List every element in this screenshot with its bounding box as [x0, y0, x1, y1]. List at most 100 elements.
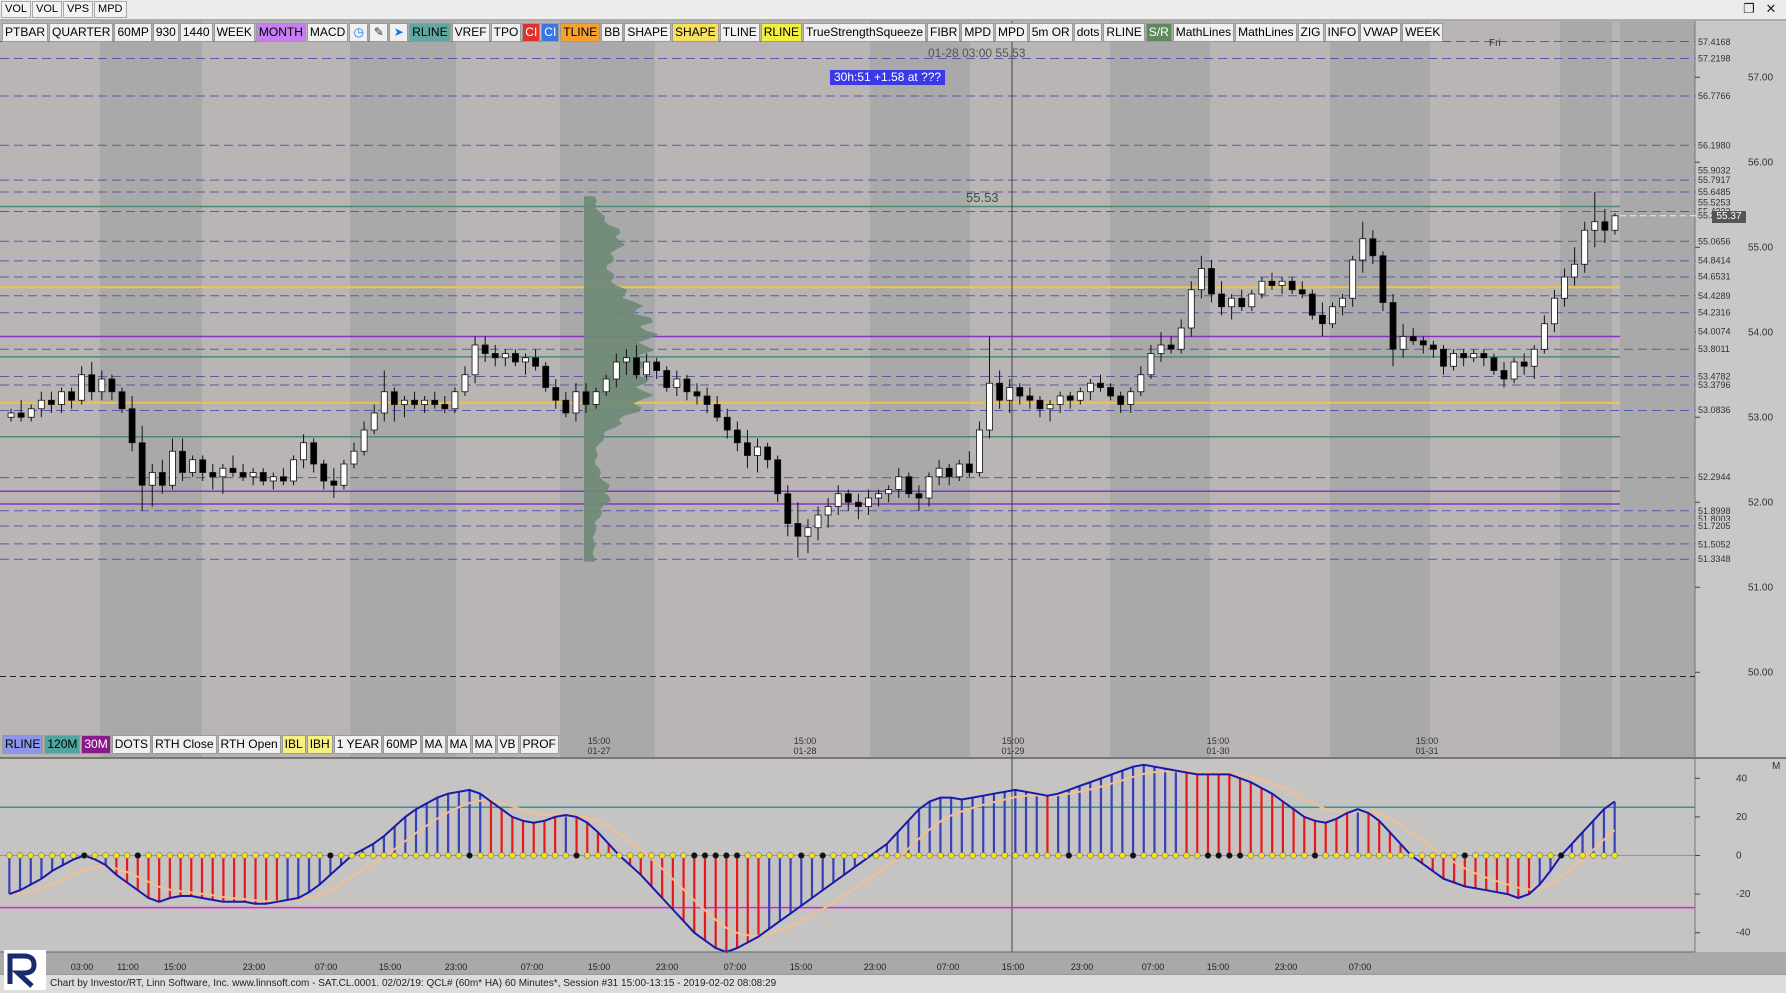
squeeze-dot [669, 852, 677, 859]
toolbar2-button-ibh-7[interactable]: IBH [306, 735, 333, 754]
toolbar-button-truestrengthsqueeze-22[interactable]: TrueStrengthSqueeze [803, 23, 927, 42]
price-level-tag: 57.4168 [1696, 36, 1736, 47]
squeeze-dot [1204, 852, 1212, 859]
toolbar2-button-rth-open-5[interactable]: RTH Open [217, 735, 281, 754]
toolbar-button-60mp-2[interactable]: 60MP [114, 23, 152, 42]
toolbar-button-930-3[interactable]: 930 [152, 23, 179, 42]
cursor-icon[interactable]: ➤ [389, 23, 409, 42]
toolbar-button-5m-or-26[interactable]: 5m OR [1028, 23, 1073, 42]
toolbar2-button-ma-11[interactable]: MA [446, 735, 471, 754]
main-chart[interactable]: 57.00 56.00 55.00 54.00 53.00 52.00 51.00 50.00… [0, 0, 1786, 974]
price-level-tag: 55.6485 [1696, 187, 1736, 198]
squeeze-dot [519, 852, 527, 859]
squeeze-dot [1568, 852, 1576, 859]
toolbar-button-mathlines-30[interactable]: MathLines [1172, 23, 1235, 42]
candle-body [37, 399, 45, 410]
candle-body [1571, 263, 1579, 278]
toolbar-button-quarter-1[interactable]: QUARTER [49, 23, 114, 42]
toolbar-button-tline-16[interactable]: TLINE [560, 23, 601, 42]
toolbar-button-mpd-24[interactable]: MPD [961, 23, 995, 42]
price-tick-label: 57.00 [1748, 72, 1773, 83]
price-level-tag: 54.8414 [1696, 256, 1736, 266]
toolbar2-button-ma-10[interactable]: MA [421, 735, 446, 754]
toolbar2-button-dots-3[interactable]: DOTS [111, 735, 152, 754]
toolbar-button-tline-20[interactable]: TLINE [719, 23, 760, 42]
toolbar-button-s-r-29[interactable]: S/R [1145, 23, 1172, 42]
pencil-icon[interactable]: ✎ [369, 23, 389, 42]
candle-body [1419, 340, 1427, 346]
toolbar2-button-ibl-6[interactable]: IBL [281, 735, 306, 754]
clock-icon[interactable]: ◷ [349, 23, 369, 42]
toolbar2-button-1-year-8[interactable]: 1 YEAR [333, 735, 383, 754]
toolbar-button-rline-11[interactable]: RLINE [409, 23, 451, 42]
toolbar-button-ci-15[interactable]: CI [541, 23, 560, 42]
candle-body [491, 353, 499, 359]
candle-body [169, 450, 176, 486]
candle-body [7, 412, 15, 418]
candle-body [350, 450, 358, 465]
candle-body [572, 391, 580, 414]
toolbar-button-bb-17[interactable]: BB [601, 23, 624, 42]
toolbar2-button-rline-0[interactable]: RLINE [2, 735, 44, 754]
toolbar-button-month-6[interactable]: MONTH [255, 23, 306, 42]
toolbar-button-vwap-34[interactable]: VWAP [1360, 23, 1402, 42]
squeeze-dot [1343, 852, 1351, 859]
candle-body [98, 378, 106, 393]
toolbar-button-rline-21[interactable]: RLINE [760, 23, 803, 42]
time-axis-label: 07:00 [521, 962, 544, 972]
toolbar-button-mathlines-31[interactable]: MathLines [1235, 23, 1297, 42]
toolbar2-button-rth-close-4[interactable]: RTH Close [152, 735, 217, 754]
time-axis-label: 15:00 [1002, 962, 1025, 972]
candle-body [1601, 221, 1609, 231]
chart-toolbar: PTBAR QUARTER 60MP 930 1440 WEEK MONTH MACD ◷ ✎ ➤ R… [2, 23, 1444, 43]
toolbar-button-tpo-13[interactable]: TPO [490, 23, 522, 42]
toolbar2-button-120m-1[interactable]: 120M [44, 735, 81, 754]
toolbar-button-shape-18[interactable]: SHAPE [624, 23, 671, 42]
squeeze-dot [91, 852, 99, 859]
price-tick-label: 50.00 [1748, 667, 1773, 678]
candle-body [370, 412, 378, 431]
candle-body [280, 476, 287, 482]
toolbar-button-rline-28[interactable]: RLINE [1103, 23, 1145, 42]
price-level-tag: 57.2198 [1696, 53, 1736, 64]
candle-body [643, 361, 650, 376]
candle-body [1278, 280, 1286, 286]
toolbar2-button-30m-2[interactable]: 30M [81, 735, 111, 754]
price-tick-label: 53.00 [1748, 412, 1773, 423]
squeeze-dot [1397, 852, 1404, 859]
price-level-tag-text: 54.2316 [1698, 308, 1731, 318]
toolbar-button-week-5[interactable]: WEEK [213, 23, 255, 42]
candle-body [310, 442, 318, 465]
toolbar-button-ci-14[interactable]: CI [522, 23, 541, 42]
toolbar-button-info-33[interactable]: INFO [1324, 23, 1360, 42]
squeeze-dot [1375, 852, 1383, 859]
squeeze-dot [1461, 852, 1469, 859]
toolbar-button-fibr-23[interactable]: FIBR [927, 23, 961, 42]
toolbar-button-vref-12[interactable]: VREF [451, 23, 490, 42]
toolbar-button-mpd-25[interactable]: MPD [995, 23, 1028, 42]
candle-body [1429, 344, 1437, 350]
info-box: 30h:51 +1.58 at ??? [830, 70, 946, 85]
squeeze-dot [594, 852, 602, 859]
squeeze-dot [1022, 852, 1030, 859]
toolbar-button-zig-32[interactable]: ZIG [1297, 23, 1324, 42]
toolbar-button-week-35[interactable]: WEEK [1402, 23, 1444, 42]
toolbar2-button-prof-14[interactable]: PROF [519, 735, 559, 754]
squeeze-dot [27, 852, 35, 859]
toolbar2-button-60mp-9[interactable]: 60MP [383, 735, 421, 754]
candle-body [895, 476, 903, 490]
candle-body [189, 459, 197, 473]
candle [1379, 251, 1387, 311]
toolbar-button-ptbar-0[interactable]: PTBAR [2, 23, 49, 42]
toolbar-button-shape-19[interactable]: SHAPE [672, 23, 719, 42]
date-label-date: 01-31 [1415, 746, 1438, 756]
toolbar2-button-vb-13[interactable]: VB [496, 735, 519, 754]
squeeze-dot [1140, 852, 1148, 859]
toolbar-button-dots-27[interactable]: dots [1073, 23, 1103, 42]
candle-body [1258, 280, 1266, 295]
squeeze-dot [16, 852, 24, 859]
candle-body [915, 493, 923, 499]
toolbar-button-1440-4[interactable]: 1440 [179, 23, 213, 42]
toolbar2-button-ma-12[interactable]: MA [471, 735, 496, 754]
toolbar-button-macd-7[interactable]: MACD [306, 23, 349, 42]
